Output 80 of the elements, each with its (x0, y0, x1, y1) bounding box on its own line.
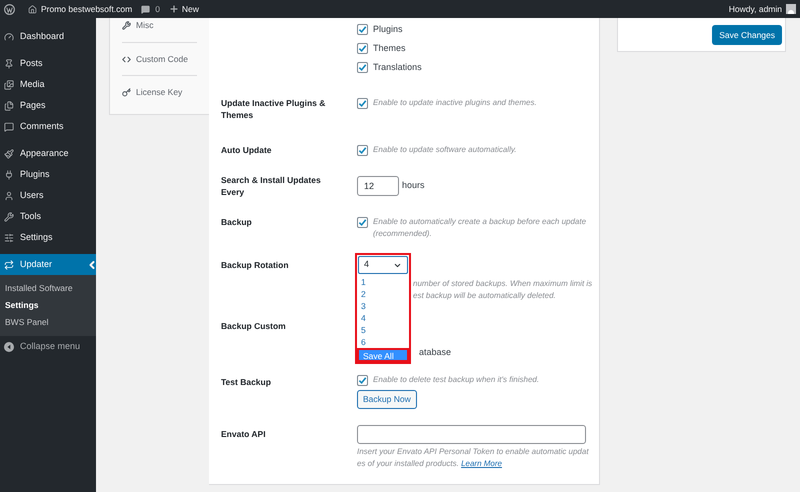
option-label: atabase (419, 347, 452, 357)
setting-description: Enable to automatically create a backup before each update (recommended). (373, 216, 588, 240)
api-token-field[interactable] (357, 425, 586, 444)
submenu-item[interactable]: Installed Software (0, 280, 96, 297)
submenu-item[interactable]: Settings (0, 297, 96, 314)
home-icon[interactable] (28, 4, 37, 14)
menu-icon (4, 170, 14, 180)
setting-label: Update Inactive Plugins & Themes (221, 97, 326, 121)
checkbox[interactable] (357, 62, 368, 73)
setting-description: Enable to update inactive plugins and themes. (373, 97, 537, 109)
greeting-link[interactable]: Howdy, admin (728, 2, 782, 16)
setting-label: Auto Update (221, 144, 273, 156)
dropdown-option[interactable]: 2 (357, 288, 409, 300)
menu-icon (4, 58, 14, 68)
sidebar-item[interactable]: Media (0, 74, 96, 95)
comment-count[interactable]: 0 (155, 2, 160, 16)
new-link[interactable]: New (182, 2, 199, 16)
setting-label: Backup Custom (221, 320, 287, 332)
sidebar-item[interactable]: Users (0, 185, 96, 206)
setting-label: Backup (221, 216, 253, 228)
sidebar-item[interactable]: Comments (0, 116, 96, 137)
tab-icon (122, 88, 131, 96)
learn-more-link[interactable]: Learn More (461, 459, 502, 468)
settings-tab[interactable]: Custom Code (136, 52, 188, 66)
tab-icon (122, 21, 131, 30)
sidebar-item[interactable]: Updater (0, 254, 96, 275)
checkbox[interactable] (357, 144, 368, 156)
checkbox[interactable] (357, 24, 368, 35)
setting-label: Envato API (221, 428, 267, 440)
setting-description: Enable to update software automatically. (373, 144, 516, 156)
sidebar-item[interactable]: Tools (0, 206, 96, 227)
dropdown-option[interactable]: 5 (357, 324, 409, 336)
sidebar-item[interactable]: Pages (0, 95, 96, 116)
tab-icon (122, 54, 131, 64)
checkbox[interactable] (357, 43, 368, 54)
menu-icon (4, 122, 14, 132)
submenu-item[interactable]: BWS Panel (0, 314, 96, 331)
setting-label: Backup Rotation (221, 259, 290, 271)
logo-icon (4, 4, 15, 14)
menu-icon (4, 260, 14, 270)
checkbox[interactable] (357, 374, 368, 386)
menu-icon (4, 148, 14, 158)
menu-icon (4, 190, 14, 200)
dropdown-option[interactable]: 4 (357, 312, 409, 324)
sidebar-item[interactable]: Settings (0, 227, 96, 248)
dropdown-option[interactable]: 6 (357, 336, 409, 348)
setting-description: est backup will be automatically deleted. (413, 290, 557, 302)
checkbox[interactable] (357, 98, 368, 108)
menu-icon (4, 80, 14, 90)
site-name-link[interactable]: Promo bestwebsoft.com (41, 2, 132, 16)
checkbox[interactable] (357, 216, 368, 228)
collapse-menu-link[interactable]: Collapse menu (20, 340, 80, 354)
checkbox-label: Themes (373, 42, 406, 55)
number-field[interactable]: 12 (357, 176, 399, 196)
unit-label: hours (402, 179, 425, 192)
menu-icon (4, 232, 14, 242)
sidebar-item[interactable]: Dashboard (0, 26, 96, 47)
setting-label: Test Backup (221, 376, 272, 388)
setting-description: Enable to delete test backup when it's finished. (373, 374, 540, 386)
plus-icon[interactable] (168, 4, 179, 14)
dropdown-option[interactable]: 3 (357, 300, 409, 312)
settings-tab[interactable]: License Key (136, 86, 182, 98)
menu-icon (4, 32, 14, 42)
sidebar-item[interactable]: Posts (0, 53, 96, 74)
menu-icon (4, 100, 14, 110)
menu-icon (4, 212, 14, 222)
sidebar-item[interactable]: Plugins (0, 164, 96, 185)
checkbox-label: Plugins (373, 22, 403, 36)
collapse-icon[interactable] (4, 342, 14, 352)
sidebar-item[interactable]: Appearance (0, 143, 96, 164)
checkbox-label: Translations (373, 60, 422, 74)
dropdown-option[interactable]: 1 (357, 276, 409, 288)
select-field[interactable]: 4 (358, 256, 408, 274)
setting-label: Search & Install Updates Every (221, 174, 322, 198)
comment-icon[interactable] (141, 4, 150, 14)
setting-description: Insert your Envato API Personal Token to enable automatic updates of your installed products. Learn More (357, 446, 589, 470)
save-changes-button[interactable]: Save Changes (712, 25, 782, 45)
settings-tab[interactable]: Misc (136, 19, 154, 32)
backup-now-button[interactable]: Backup Now (357, 390, 417, 409)
setting-description: number of stored backups. When maximum limit is (413, 278, 592, 290)
